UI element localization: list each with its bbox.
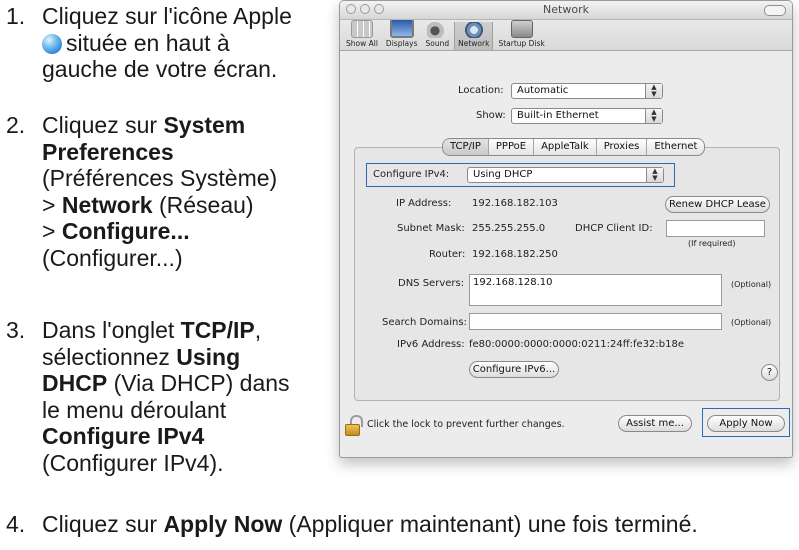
configure-ipv6-button[interactable]: Configure IPv6... bbox=[469, 361, 559, 378]
displays-icon bbox=[389, 18, 414, 38]
up-down-arrows-icon: ▲ ▼ bbox=[646, 168, 663, 182]
ipv6-address-value: fe80:0000:0000:0000:0211:24ff:fe32:b18e bbox=[469, 339, 685, 350]
step-text: située en haut à bbox=[66, 29, 230, 56]
ip-address-value: 192.168.182.103 bbox=[472, 198, 558, 209]
help-button[interactable]: ? bbox=[761, 364, 778, 381]
startup-disk-icon bbox=[510, 20, 533, 38]
search-optional-note: (Optional) bbox=[731, 318, 772, 327]
step-4: 4. Cliquez sur Apply Now (Appliquer maint… bbox=[6, 511, 698, 538]
step-keyword: Preferences bbox=[42, 138, 174, 165]
step-text: (Via DHCP) dans bbox=[113, 370, 290, 396]
dns-optional-note: (Optional) bbox=[731, 280, 772, 289]
step-text: gauche de votre écran. bbox=[42, 56, 278, 82]
configure-ipv4-select[interactable]: Using DHCP ▲ ▼ bbox=[467, 167, 664, 183]
dns-servers-field[interactable]: 192.168.128.10 bbox=[469, 274, 722, 306]
toolbar-label: Show All bbox=[346, 39, 378, 48]
network-icon bbox=[463, 22, 484, 38]
lock-message: Click the lock to prevent further change… bbox=[367, 419, 565, 430]
location-label: Location: bbox=[458, 85, 504, 96]
dhcp-client-id-label: DHCP Client ID: bbox=[575, 223, 653, 234]
minimize-window-button[interactable] bbox=[360, 4, 370, 14]
step-number: 3. bbox=[6, 317, 26, 343]
toolbar-startup-disk[interactable]: Startup Disk bbox=[495, 20, 547, 50]
step-keyword: DHCP bbox=[42, 370, 108, 396]
router-label: Router: bbox=[429, 249, 466, 260]
step-text: (Réseau) bbox=[158, 191, 254, 218]
assist-me-button[interactable]: Assist me... bbox=[618, 415, 692, 432]
apply-now-button[interactable]: Apply Now bbox=[707, 415, 785, 432]
step-number: 1. bbox=[6, 3, 26, 29]
step-text: Cliquez sur bbox=[42, 112, 158, 138]
step-number: 2. bbox=[6, 112, 26, 138]
tab-bar: TCP/IP PPPoE AppleTalk Proxies Ethernet bbox=[442, 138, 706, 156]
router-value: 192.168.182.250 bbox=[472, 249, 558, 260]
step-text: (Configurer...) bbox=[42, 244, 183, 271]
search-domains-field[interactable] bbox=[469, 313, 722, 330]
configure-ipv4-label: Configure IPv4: bbox=[373, 169, 450, 180]
location-select[interactable]: Automatic ▲ ▼ bbox=[511, 83, 663, 99]
step-text: le menu déroulant bbox=[42, 396, 227, 423]
subnet-mask-value: 255.255.255.0 bbox=[472, 223, 546, 234]
up-down-arrows-icon: ▲ ▼ bbox=[645, 109, 662, 123]
toolbar-displays[interactable]: Displays bbox=[383, 18, 421, 50]
step-keyword: System bbox=[163, 112, 246, 138]
dns-servers-label: DNS Servers: bbox=[398, 278, 465, 289]
toolbar: Show All Displays Sound Network Startup … bbox=[340, 18, 792, 51]
step-text: > bbox=[42, 191, 56, 218]
step-text: (Configurer IPv4). bbox=[42, 449, 224, 476]
step-text: , bbox=[254, 317, 262, 343]
step-keyword: Apply Now bbox=[163, 511, 283, 537]
title-bar: Network bbox=[340, 1, 792, 20]
tab-ethernet[interactable]: Ethernet bbox=[647, 139, 704, 155]
toolbar-label: Displays bbox=[385, 39, 418, 48]
lock-icon[interactable] bbox=[345, 415, 363, 436]
tab-appletalk[interactable]: AppleTalk bbox=[534, 139, 597, 155]
sound-icon bbox=[427, 22, 448, 38]
show-select[interactable]: Built-in Ethernet ▲ ▼ bbox=[511, 108, 663, 124]
toolbar-show-all[interactable]: Show All bbox=[343, 20, 381, 50]
location-value: Automatic bbox=[517, 85, 569, 96]
step-text: (Appliquer maintenant) une fois terminé. bbox=[288, 511, 698, 537]
tab-proxies[interactable]: Proxies bbox=[597, 139, 648, 155]
step-text: (Préférences Système) bbox=[42, 165, 278, 191]
show-all-icon bbox=[350, 20, 373, 38]
step-text: sélectionnez bbox=[42, 343, 170, 370]
toolbar-toggle-button[interactable] bbox=[764, 5, 786, 16]
toolbar-label: Sound bbox=[425, 39, 450, 48]
network-preferences-window: Network Show All Displays Sound Network … bbox=[339, 0, 793, 458]
window-title: Network bbox=[543, 3, 589, 16]
step-number: 4. bbox=[6, 511, 26, 537]
tab-pppoe[interactable]: PPPoE bbox=[489, 139, 535, 155]
toolbar-label: Network bbox=[458, 39, 490, 48]
step-keyword: Network bbox=[61, 191, 153, 218]
tab-tcp-ip[interactable]: TCP/IP bbox=[443, 139, 489, 155]
close-window-button[interactable] bbox=[346, 4, 356, 14]
search-domains-label: Search Domains: bbox=[382, 317, 467, 328]
ipv6-address-label: IPv6 Address: bbox=[397, 339, 465, 350]
step-keyword: Using bbox=[176, 343, 241, 370]
renew-dhcp-lease-button[interactable]: Renew DHCP Lease bbox=[665, 196, 770, 213]
toolbar-network[interactable]: Network bbox=[454, 22, 494, 50]
if-required-note: (If required) bbox=[688, 239, 736, 248]
dhcp-client-id-field[interactable] bbox=[666, 220, 765, 237]
configure-ipv4-value: Using DHCP bbox=[473, 169, 533, 180]
toolbar-sound[interactable]: Sound bbox=[422, 22, 452, 50]
step-text: Dans l'onglet bbox=[42, 317, 175, 343]
step-keyword: TCP/IP bbox=[180, 317, 255, 343]
step-keyword: Configure... bbox=[61, 218, 190, 244]
zoom-window-button[interactable] bbox=[374, 4, 384, 14]
subnet-mask-label: Subnet Mask: bbox=[397, 223, 465, 234]
up-down-arrows-icon: ▲ ▼ bbox=[645, 84, 662, 98]
apple-logo-icon bbox=[42, 33, 62, 54]
show-label: Show: bbox=[476, 110, 506, 121]
toolbar-label: Startup Disk bbox=[498, 39, 545, 48]
show-value: Built-in Ethernet bbox=[517, 110, 599, 121]
window-controls bbox=[346, 4, 384, 14]
step-text: Cliquez sur bbox=[42, 511, 158, 537]
step-text: > bbox=[42, 218, 56, 244]
step-keyword: Configure IPv4 bbox=[42, 423, 205, 449]
ip-address-label: IP Address: bbox=[396, 198, 452, 209]
step-text: Cliquez sur l'icône Apple bbox=[42, 3, 292, 29]
